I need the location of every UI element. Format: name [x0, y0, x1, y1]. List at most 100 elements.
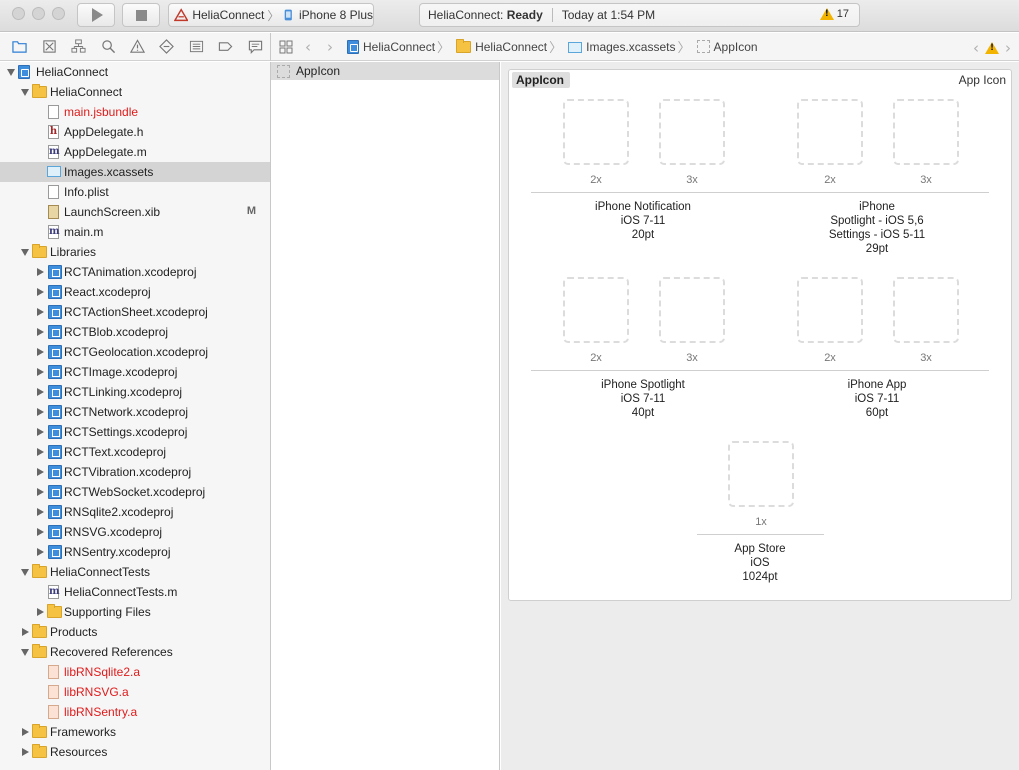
tree-row-library[interactable]: RCTActionSheet.xcodeproj	[0, 302, 270, 322]
disclosure-collapsed-icon[interactable]	[35, 387, 45, 397]
tree-row-project[interactable]: HeliaConnect	[0, 62, 270, 82]
icon-image-well[interactable]	[563, 277, 629, 343]
back-arrow-icon[interactable]: ‹	[305, 38, 311, 56]
tree-row-library[interactable]: RCTVibration.xcodeproj	[0, 462, 270, 482]
icon-image-well[interactable]	[893, 99, 959, 165]
disclosure-collapsed-icon[interactable]	[35, 547, 45, 557]
tree-row-group-tests[interactable]: HeliaConnectTests	[0, 562, 270, 582]
tree-row-group-supporting[interactable]: Supporting Files	[0, 602, 270, 622]
disclosure-collapsed-icon[interactable]	[35, 307, 45, 317]
disclosure-collapsed-icon[interactable]	[35, 527, 45, 537]
icon-image-well[interactable]	[797, 277, 863, 343]
disclosure-expanded-icon[interactable]	[20, 247, 30, 257]
disclosure-collapsed-icon[interactable]	[35, 507, 45, 517]
disclosure-expanded-icon[interactable]	[20, 567, 30, 577]
scheme-selector[interactable]: HeliaConnect 〉 iPhone 8 Plus	[168, 3, 374, 27]
run-button[interactable]	[77, 3, 115, 27]
tree-row-file[interactable]: m HeliaConnectTests.m	[0, 582, 270, 602]
disclosure-collapsed-icon[interactable]	[20, 747, 30, 757]
minimize-window-button[interactable]	[32, 7, 45, 20]
previous-issue-icon[interactable]: ‹	[973, 39, 979, 57]
disclosure-collapsed-icon[interactable]	[35, 327, 45, 337]
icon-image-well[interactable]	[659, 99, 725, 165]
project-navigator-tab[interactable]	[5, 34, 34, 60]
debug-navigator-tab[interactable]	[182, 34, 211, 60]
icon-image-well[interactable]	[563, 99, 629, 165]
breadcrumb-project[interactable]: HeliaConnect	[347, 39, 435, 54]
disclosure-collapsed-icon[interactable]	[35, 487, 45, 497]
disclosure-expanded-icon[interactable]	[20, 87, 30, 97]
tree-row-file[interactable]: h AppDelegate.h	[0, 122, 270, 142]
tree-row-group-libraries[interactable]: Libraries	[0, 242, 270, 262]
disclosure-collapsed-icon[interactable]	[20, 727, 30, 737]
forward-arrow-icon[interactable]: ›	[327, 38, 333, 56]
breakpoint-navigator-tab[interactable]	[211, 34, 240, 60]
tree-row-group-frameworks[interactable]: Frameworks	[0, 722, 270, 742]
disclosure-expanded-icon[interactable]	[20, 647, 30, 657]
close-window-button[interactable]	[12, 7, 25, 20]
tree-row-file[interactable]: LaunchScreen.xib M	[0, 202, 270, 222]
stop-button[interactable]	[122, 3, 160, 27]
tree-row-library[interactable]: RCTText.xcodeproj	[0, 442, 270, 462]
tree-row-library[interactable]: RCTNetwork.xcodeproj	[0, 402, 270, 422]
tree-row-group-resources[interactable]: Resources	[0, 742, 270, 762]
tree-row-file[interactable]: libRNSentry.a	[0, 702, 270, 722]
tree-row-file[interactable]: m AppDelegate.m	[0, 142, 270, 162]
icon-group-description-line: 60pt	[865, 407, 889, 419]
tree-row-library[interactable]: RNSVG.xcodeproj	[0, 522, 270, 542]
breadcrumb-asset-catalog[interactable]: Images.xcassets	[568, 40, 676, 54]
breadcrumb-group[interactable]: HeliaConnect	[456, 39, 547, 54]
icon-image-well[interactable]	[659, 277, 725, 343]
tree-row-file[interactable]: main.jsbundle	[0, 102, 270, 122]
disclosure-collapsed-icon[interactable]	[35, 467, 45, 477]
tree-row-library[interactable]: RNSentry.xcodeproj	[0, 542, 270, 562]
symbol-navigator-tab[interactable]	[64, 34, 93, 60]
icon-image-well[interactable]	[797, 99, 863, 165]
related-items-grid-icon[interactable]	[279, 40, 293, 54]
tree-row-library[interactable]: RCTSettings.xcodeproj	[0, 422, 270, 442]
tree-row-file[interactable]: libRNSVG.a	[0, 682, 270, 702]
tree-row-file[interactable]: m main.m	[0, 222, 270, 242]
next-issue-icon[interactable]: ›	[1005, 39, 1011, 57]
tree-row-file[interactable]: libRNSqlite2.a	[0, 662, 270, 682]
disclosure-collapsed-icon[interactable]	[35, 607, 45, 617]
appicon-set-panel[interactable]: AppIcon App Icon 2x 3x iPhone Notification…	[508, 69, 1012, 601]
disclosure-collapsed-icon[interactable]	[35, 367, 45, 377]
disclosure-collapsed-icon[interactable]	[35, 427, 45, 437]
toolbar: HeliaConnect 〉 iPhone 8 Plus HeliaConnec…	[0, 0, 1019, 32]
source-control-navigator-tab[interactable]	[34, 34, 63, 60]
tree-row-library[interactable]: RCTAnimation.xcodeproj	[0, 262, 270, 282]
disclosure-expanded-icon[interactable]	[6, 67, 16, 77]
issue-warning-icon[interactable]	[985, 42, 999, 54]
tree-row-group-recovered[interactable]: Recovered References	[0, 642, 270, 662]
tree-row-group-products[interactable]: Products	[0, 622, 270, 642]
tree-row-library[interactable]: RNSqlite2.xcodeproj	[0, 502, 270, 522]
disclosure-collapsed-icon[interactable]	[35, 267, 45, 277]
tree-row-file[interactable]: Info.plist	[0, 182, 270, 202]
disclosure-collapsed-icon[interactable]	[35, 287, 45, 297]
tree-row-group-app[interactable]: HeliaConnect	[0, 82, 270, 102]
tree-row-library[interactable]: RCTGeolocation.xcodeproj	[0, 342, 270, 362]
tree-row-library[interactable]: RCTImage.xcodeproj	[0, 362, 270, 382]
tree-row-library[interactable]: RCTBlob.xcodeproj	[0, 322, 270, 342]
breadcrumb-appicon[interactable]: AppIcon	[696, 40, 758, 54]
disclosure-collapsed-icon[interactable]	[35, 407, 45, 417]
disclosure-collapsed-icon[interactable]	[35, 447, 45, 457]
disclosure-collapsed-icon[interactable]	[35, 347, 45, 357]
warnings-indicator[interactable]: 17	[819, 8, 849, 20]
report-navigator-tab[interactable]	[241, 34, 270, 60]
issue-navigator-tab[interactable]	[123, 34, 152, 60]
disclosure-collapsed-icon[interactable]	[20, 627, 30, 637]
asset-item-appicon[interactable]: AppIcon	[271, 62, 499, 80]
icon-image-well[interactable]	[728, 441, 794, 507]
icon-image-well[interactable]	[893, 277, 959, 343]
test-navigator-tab[interactable]	[152, 34, 181, 60]
tree-row-library[interactable]: RCTWebSocket.xcodeproj	[0, 482, 270, 502]
tree-row-file-selected[interactable]: Images.xcassets	[0, 162, 270, 182]
tree-row-library[interactable]: RCTLinking.xcodeproj	[0, 382, 270, 402]
zoom-window-button[interactable]	[52, 7, 65, 20]
tree-row-library[interactable]: React.xcodeproj	[0, 282, 270, 302]
icon-group-description-line: iPhone Spotlight	[601, 379, 685, 391]
tree-label: Products	[50, 625, 98, 639]
find-navigator-tab[interactable]	[93, 34, 122, 60]
